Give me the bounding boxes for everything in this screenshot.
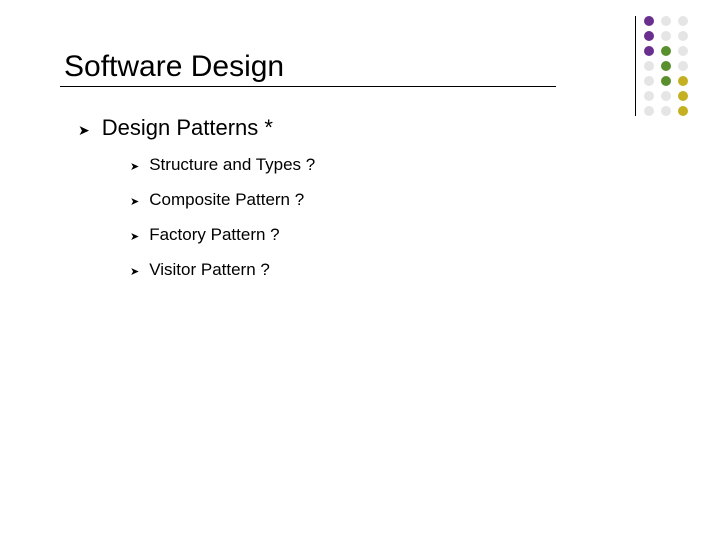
- bullet-icon: ➤: [130, 158, 139, 176]
- dot-icon: [661, 46, 671, 56]
- bullet-icon: ➤: [78, 119, 90, 141]
- dot-icon: [678, 106, 688, 116]
- dot-icon: [644, 46, 654, 56]
- dot-icon: [644, 76, 654, 86]
- bullet-level-2: ➤ Structure and Types ? ➤ Composite Patt…: [78, 155, 660, 281]
- dot-icon: [661, 76, 671, 86]
- list-item: ➤ Visitor Pattern ?: [130, 260, 660, 281]
- dot-icon: [644, 61, 654, 71]
- list-item: ➤ Factory Pattern ?: [130, 225, 660, 246]
- dot-column: [678, 16, 688, 116]
- dot-icon: [644, 91, 654, 101]
- list-item-label: Design Patterns *: [102, 115, 273, 141]
- list-item: ➤ Composite Pattern ?: [130, 190, 660, 211]
- slide-title: Software Design: [60, 50, 556, 87]
- list-item: ➤ Structure and Types ?: [130, 155, 660, 176]
- dot-column: [644, 16, 654, 116]
- list-item-label: Composite Pattern ?: [149, 190, 304, 210]
- dot-icon: [644, 106, 654, 116]
- dot-icon: [678, 16, 688, 26]
- dot-icon: [644, 16, 654, 26]
- dot-icon: [678, 46, 688, 56]
- dot-icon: [678, 91, 688, 101]
- bullet-icon: ➤: [130, 193, 139, 211]
- dot-icon: [678, 31, 688, 41]
- dot-icon: [661, 106, 671, 116]
- decorative-dot-grid: [635, 16, 688, 116]
- list-item-label: Structure and Types ?: [149, 155, 315, 175]
- list-item-label: Visitor Pattern ?: [149, 260, 270, 280]
- bullet-level-1: ➤ Design Patterns * ➤ Structure and Type…: [60, 115, 660, 281]
- dot-icon: [678, 61, 688, 71]
- bullet-icon: ➤: [130, 228, 139, 246]
- dot-icon: [661, 31, 671, 41]
- bullet-icon: ➤: [130, 263, 139, 281]
- dot-column: [661, 16, 671, 116]
- dot-icon: [644, 31, 654, 41]
- dot-icon: [661, 16, 671, 26]
- dot-icon: [678, 76, 688, 86]
- list-item: ➤ Design Patterns *: [78, 115, 660, 141]
- dot-icon: [661, 91, 671, 101]
- dot-icon: [661, 61, 671, 71]
- slide: Software Design ➤ Design Patterns * ➤ St…: [0, 0, 720, 540]
- list-item-label: Factory Pattern ?: [149, 225, 279, 245]
